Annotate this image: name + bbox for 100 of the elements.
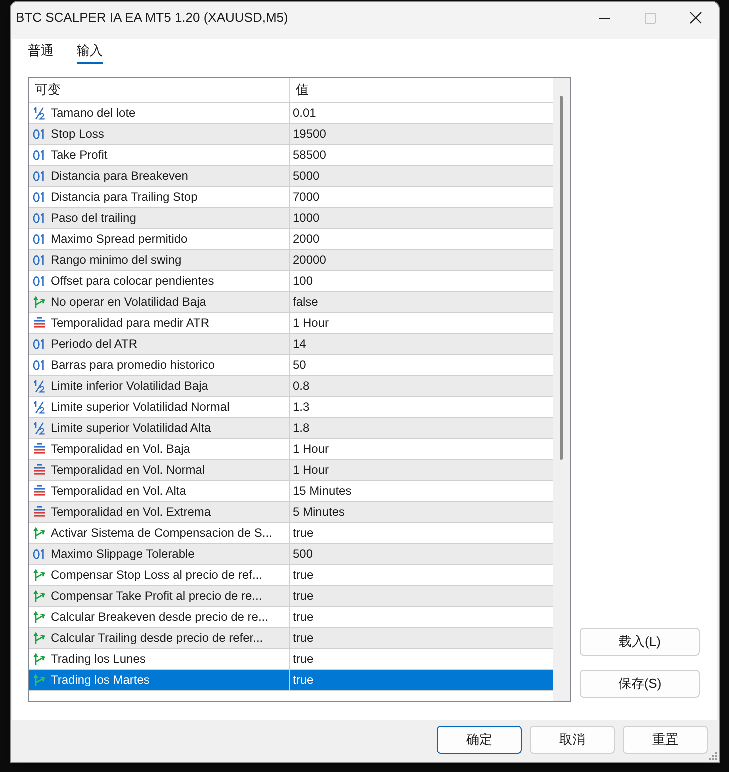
- table-row[interactable]: Compensar Take Profit al precio de re... true: [29, 586, 553, 607]
- parameter-value: 7000: [293, 190, 320, 204]
- table-row[interactable]: Tamano del lote 0.01: [29, 103, 553, 124]
- digits-icon: [33, 212, 46, 224]
- parameter-name: Temporalidad en Vol. Baja: [51, 442, 190, 456]
- digits-icon: [33, 338, 46, 350]
- column-header[interactable]: 可变: [29, 78, 290, 102]
- parameter-value: 1.8: [293, 421, 310, 435]
- table-row[interactable]: Limite inferior Volatilidad Baja 0.8: [29, 376, 553, 397]
- parameter-name: Tamano del lote: [51, 106, 136, 120]
- digits-icon: [33, 548, 46, 560]
- parameter-value: 1000: [293, 211, 320, 225]
- parameter-name: Temporalidad en Vol. Extrema: [51, 505, 212, 519]
- table-row[interactable]: Limite superior Volatilidad Alta 1.8: [29, 418, 553, 439]
- branch-arrow-icon: [33, 568, 46, 582]
- dialog-button[interactable]: 重置: [623, 726, 708, 754]
- table-row[interactable]: Calcular Breakeven desde precio de re... true: [29, 607, 553, 628]
- tab[interactable]: 输入: [77, 40, 103, 64]
- parameter-name: Temporalidad para medir ATR: [51, 316, 210, 330]
- table-row[interactable]: Temporalidad en Vol. Extrema 5 Minutes: [29, 502, 553, 523]
- scrollbar-thumb[interactable]: [560, 96, 563, 460]
- fraction-icon: [33, 400, 46, 414]
- parameter-value: 1 Hour: [293, 316, 330, 330]
- parameter-value: true: [293, 568, 314, 582]
- table-row[interactable]: Paso del trailing 1000: [29, 208, 553, 229]
- parameter-name: Stop Loss: [51, 127, 104, 141]
- parameter-name: Rango minimo del swing: [51, 253, 182, 267]
- parameter-name: No operar en Volatilidad Baja: [51, 295, 206, 309]
- table-row[interactable]: Distancia para Breakeven 5000: [29, 166, 553, 187]
- resize-grip-icon[interactable]: [709, 752, 717, 760]
- digits-icon: [33, 276, 46, 286]
- table-row[interactable]: Compensar Stop Loss al precio de ref... true: [29, 565, 553, 586]
- parameter-value: 100: [293, 274, 314, 288]
- parameter-value: 19500: [293, 127, 326, 141]
- table-row[interactable]: Offset para colocar pendientes 100: [29, 271, 553, 292]
- table-row[interactable]: Maximo Spread permitido 2000: [29, 229, 553, 250]
- fraction-icon: [33, 106, 46, 120]
- side-button[interactable]: 载入(L): [580, 628, 700, 656]
- fraction-icon: [33, 380, 46, 392]
- close-icon: [690, 12, 702, 24]
- parameter-name: Periodo del ATR: [51, 337, 138, 351]
- branch-arrow-icon: [33, 296, 46, 308]
- digits-icon: [33, 360, 46, 370]
- tab[interactable]: 普通: [28, 40, 54, 64]
- parameter-value: 50: [293, 358, 306, 372]
- table-row[interactable]: Limite superior Volatilidad Normal 1.3: [29, 397, 553, 418]
- digits-icon: [33, 170, 46, 182]
- parameter-name: Take Profit: [51, 148, 108, 162]
- table-row[interactable]: Trading los Martes true: [29, 670, 553, 691]
- parameter-value: 1.3: [293, 400, 310, 414]
- digits-icon: [33, 254, 46, 266]
- parameter-value: 14: [293, 337, 306, 351]
- parameter-name: Distancia para Breakeven: [51, 169, 188, 183]
- branch-arrow-icon: [33, 674, 46, 686]
- table-row[interactable]: Temporalidad para medir ATR 1 Hour: [29, 313, 553, 334]
- parameter-value: true: [293, 526, 314, 540]
- table-row[interactable]: Take Profit 58500: [29, 145, 553, 166]
- parameter-value: 0.01: [293, 106, 316, 120]
- side-button[interactable]: 保存(S): [580, 670, 700, 698]
- parameter-name: Temporalidad en Vol. Normal: [51, 463, 206, 477]
- table-row[interactable]: Periodo del ATR 14: [29, 334, 553, 355]
- scrollbar-track[interactable]: [553, 78, 570, 701]
- table-row[interactable]: Maximo Slippage Tolerable 500: [29, 544, 553, 565]
- parameter-value: 2000: [293, 232, 320, 246]
- table-row[interactable]: Stop Loss 19500: [29, 124, 553, 145]
- parameter-value: 5000: [293, 169, 320, 183]
- table-row[interactable]: Temporalidad en Vol. Normal 1 Hour: [29, 460, 553, 481]
- column-header[interactable]: 值: [290, 78, 553, 102]
- table-row[interactable]: Rango minimo del swing 20000: [29, 250, 553, 271]
- list-lines-icon: [33, 506, 46, 518]
- dialog-button[interactable]: 确定: [437, 726, 522, 754]
- table-row[interactable]: No operar en Volatilidad Baja false: [29, 292, 553, 313]
- parameter-value: 20000: [293, 253, 326, 267]
- parameter-value: true: [293, 610, 314, 624]
- digits-icon: [33, 150, 46, 160]
- parameter-value: true: [293, 673, 314, 687]
- parameter-value: 15 Minutes: [293, 484, 352, 498]
- dialog-button[interactable]: 取消: [530, 726, 615, 754]
- table-row[interactable]: Calcular Trailing desde precio de refer... true: [29, 628, 553, 649]
- list-lines-icon: [33, 485, 46, 497]
- list-lines-icon: [33, 443, 46, 455]
- table-row[interactable]: Temporalidad en Vol. Baja 1 Hour: [29, 439, 553, 460]
- table-row[interactable]: Distancia para Trailing Stop 7000: [29, 187, 553, 208]
- table-row[interactable]: Trading los Lunes true: [29, 649, 553, 670]
- digits-icon: [33, 192, 46, 202]
- branch-arrow-icon: [33, 590, 46, 602]
- window-title: BTC SCALPER IA EA MT5 1.20 (XAUUSD,M5): [16, 10, 290, 25]
- table-row[interactable]: Barras para promedio historico 50: [29, 355, 553, 376]
- branch-arrow-icon: [33, 610, 46, 624]
- digits-icon: [33, 128, 46, 140]
- fraction-icon: [33, 422, 46, 434]
- branch-arrow-icon: [33, 652, 46, 666]
- parameter-name: Barras para promedio historico: [51, 358, 216, 372]
- list-lines-icon: [33, 464, 46, 476]
- list-lines-icon: [33, 317, 46, 329]
- table-row[interactable]: Temporalidad en Vol. Alta 15 Minutes: [29, 481, 553, 502]
- parameter-value: 5 Minutes: [293, 505, 346, 519]
- table-row[interactable]: Activar Sistema de Compensacion de S... true: [29, 523, 553, 544]
- parameter-name: Calcular Trailing desde precio de refer...: [51, 631, 264, 645]
- parameter-name: Trading los Martes: [51, 673, 150, 687]
